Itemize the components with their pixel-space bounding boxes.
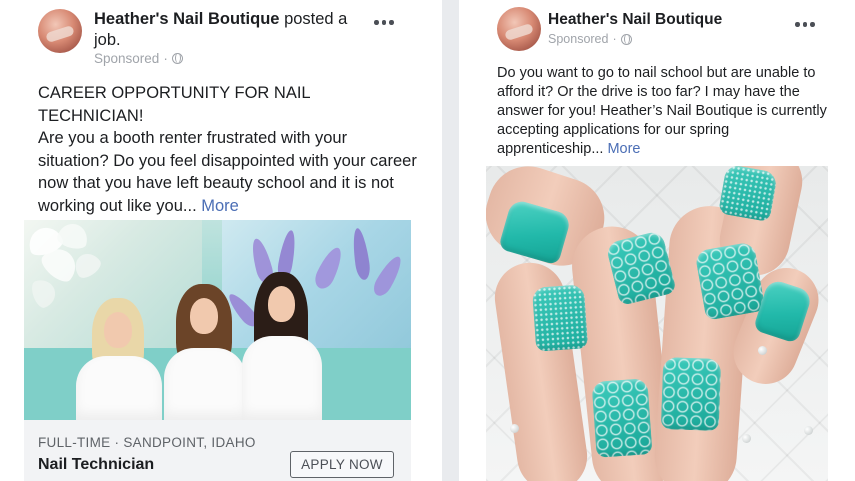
page-name-link[interactable]: Heather's Nail Boutique bbox=[548, 11, 722, 28]
job-title[interactable]: Nail Technician bbox=[38, 456, 154, 474]
post-body: CAREER OPPORTUNITY FOR NAIL TECHNICIAN! … bbox=[38, 82, 418, 217]
post-body-text: Do you want to go to nail school but are… bbox=[497, 65, 827, 157]
more-options-icon[interactable] bbox=[374, 20, 394, 25]
post-body-text: CAREER OPPORTUNITY FOR NAIL TECHNICIAN! … bbox=[38, 84, 417, 215]
apprenticeship-post: Heather's Nail Boutique Sponsored · Do y… bbox=[459, 0, 855, 481]
page-name-link[interactable]: Heather's Nail Boutique bbox=[94, 10, 279, 28]
dot-separator: · bbox=[612, 32, 617, 46]
sponsored-label[interactable]: Sponsored bbox=[548, 32, 608, 46]
pearl-stud bbox=[742, 434, 751, 443]
job-photo[interactable] bbox=[24, 220, 411, 420]
person-middle bbox=[164, 284, 246, 420]
post-header: Heather's Nail Boutique posted a job. bbox=[94, 9, 374, 51]
globe-icon bbox=[620, 33, 632, 45]
apply-now-button[interactable]: APPLY NOW bbox=[290, 451, 394, 478]
more-options-icon[interactable] bbox=[795, 22, 815, 27]
page-avatar[interactable] bbox=[497, 7, 541, 51]
screenshot-canvas: Heather's Nail Boutique posted a job. Sp… bbox=[0, 0, 855, 481]
post-header: Heather's Nail Boutique bbox=[548, 10, 808, 30]
pearl-stud bbox=[510, 424, 519, 433]
sponsored-line: Sponsored · bbox=[548, 32, 632, 46]
pearl-stud bbox=[804, 426, 813, 435]
job-meta: FULL-TIME · SANDPOINT, IDAHO bbox=[38, 435, 256, 450]
nail bbox=[531, 284, 589, 352]
dot-separator: · bbox=[163, 51, 168, 66]
pearl-stud bbox=[758, 346, 767, 355]
nail bbox=[660, 357, 722, 431]
post-body: Do you want to go to nail school but are… bbox=[497, 64, 837, 159]
nail-art-photo[interactable] bbox=[486, 166, 828, 481]
job-ad-post: Heather's Nail Boutique posted a job. Sp… bbox=[0, 0, 442, 481]
globe-icon bbox=[171, 53, 183, 64]
sponsored-line: Sponsored · bbox=[94, 51, 183, 66]
person-left bbox=[76, 298, 162, 420]
page-avatar[interactable] bbox=[38, 9, 82, 53]
nail bbox=[591, 378, 653, 458]
job-details-footer[interactable]: FULL-TIME · SANDPOINT, IDAHO Nail Techni… bbox=[24, 420, 411, 481]
nail bbox=[718, 166, 778, 223]
person-right bbox=[240, 272, 324, 420]
see-more-link[interactable]: More bbox=[201, 197, 239, 215]
nail bbox=[694, 241, 766, 321]
see-more-link[interactable]: More bbox=[607, 141, 640, 157]
sponsored-label[interactable]: Sponsored bbox=[94, 51, 159, 66]
